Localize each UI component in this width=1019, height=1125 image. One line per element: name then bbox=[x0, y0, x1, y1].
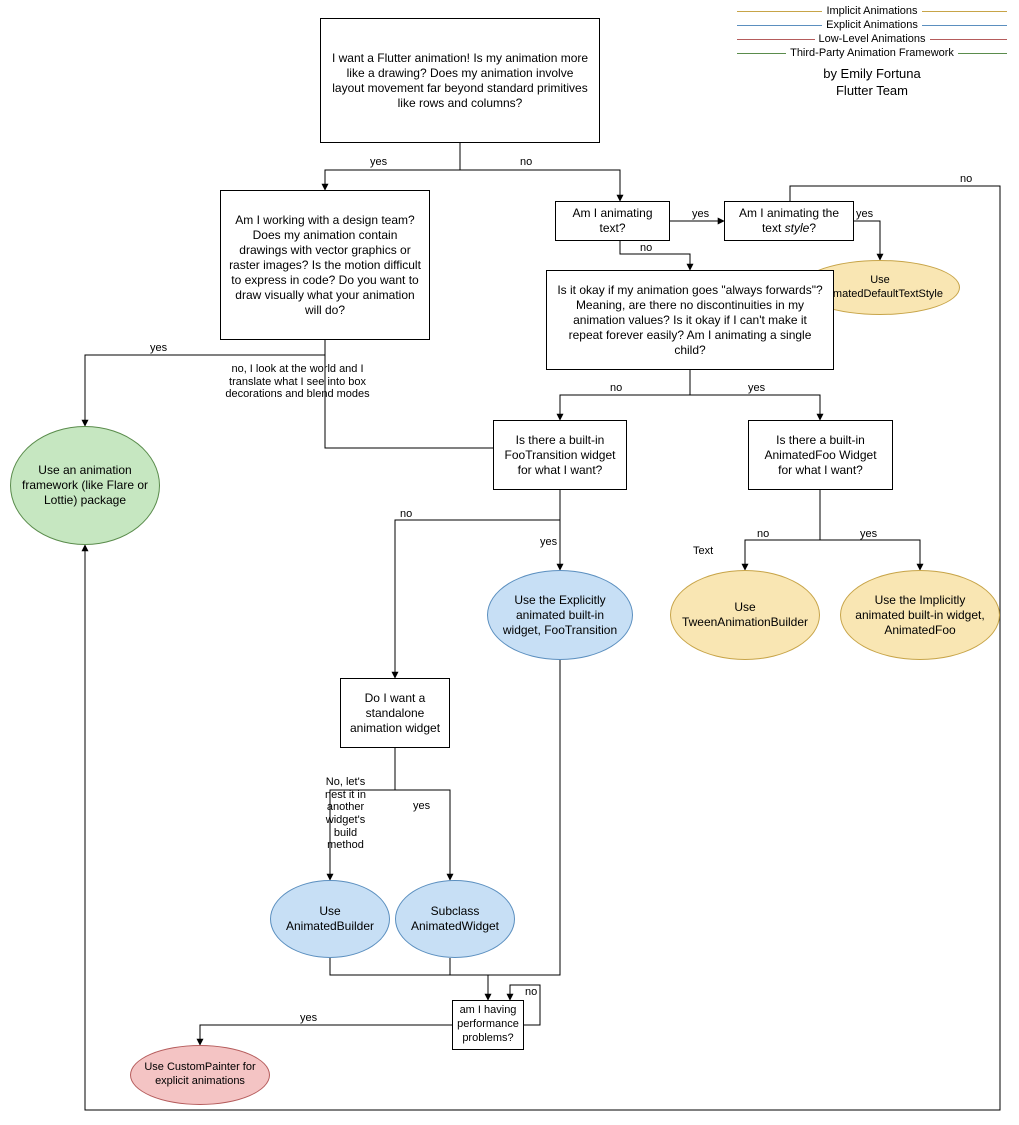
node-animatedfoo-question: Is there a built-in AnimatedFoo Widget f… bbox=[748, 420, 893, 490]
node-performance-question: am I having performance problems? bbox=[452, 1000, 524, 1050]
node-root-question: I want a Flutter animation! Is my animat… bbox=[320, 18, 600, 143]
node-custom-painter: Use CustomPainter for explicit animation… bbox=[130, 1045, 270, 1105]
legend-implicit: Implicit Animations bbox=[737, 4, 1007, 18]
node-tween-animation-builder: Use TweenAnimationBuilder bbox=[670, 570, 820, 660]
edge-label-no: no bbox=[757, 528, 769, 540]
edge-label-no: no bbox=[400, 508, 412, 520]
edge-label-no: no bbox=[610, 382, 622, 394]
legend-lowlevel: Low-Level Animations bbox=[737, 32, 1007, 46]
edge-label-yes: yes bbox=[540, 536, 557, 548]
legend-explicit: Explicit Animations bbox=[737, 18, 1007, 32]
node-subclass-animated-widget: Subclass AnimatedWidget bbox=[395, 880, 515, 958]
node-animated-builder: Use AnimatedBuilder bbox=[270, 880, 390, 958]
legend: Implicit Animations Explicit Animations … bbox=[737, 4, 1007, 60]
node-design-team-question: Am I working with a design team? Does my… bbox=[220, 190, 430, 340]
node-always-forwards-question: Is it okay if my animation goes "always … bbox=[546, 270, 834, 370]
edge-label-yes: yes bbox=[856, 208, 873, 220]
node-implicit-animatedfoo: Use the Implicitly animated built-in wid… bbox=[840, 570, 1000, 660]
edge-label-no: no bbox=[525, 986, 537, 998]
edge-label-text: Text bbox=[693, 545, 713, 557]
legend-thirdparty: Third-Party Animation Framework bbox=[737, 46, 1007, 60]
edge-label-yes: yes bbox=[150, 342, 167, 354]
edges-layer bbox=[0, 0, 1019, 1125]
byline: by Emily Fortuna Flutter Team bbox=[737, 66, 1007, 100]
node-explicit-footransition: Use the Explicitly animated built-in wid… bbox=[487, 570, 633, 660]
node-use-framework: Use an animation framework (like Flare o… bbox=[10, 426, 160, 545]
edge-label-yes: yes bbox=[300, 1012, 317, 1024]
edge-label-yes: yes bbox=[370, 156, 387, 168]
node-animating-style-question: Am I animating the text style? bbox=[724, 201, 854, 241]
edge-label-no-box-decorations: no, I look at the world and I translate … bbox=[220, 363, 375, 401]
node-footransition-question: Is there a built-in FooTransition widget… bbox=[493, 420, 627, 490]
edge-label-no: no bbox=[640, 242, 652, 254]
node-animating-text-question: Am I animating text? bbox=[555, 201, 670, 241]
edge-label-yes: yes bbox=[860, 528, 877, 540]
edge-label-yes: yes bbox=[748, 382, 765, 394]
edge-label-no-nest: No, let's nest it in another widget's bu… bbox=[318, 776, 373, 852]
edge-label-no: no bbox=[520, 156, 532, 168]
edge-label-no: no bbox=[960, 173, 972, 185]
diagram-canvas: Implicit Animations Explicit Animations … bbox=[0, 0, 1019, 1125]
edge-label-yes: yes bbox=[413, 800, 430, 812]
edge-label-yes: yes bbox=[692, 208, 709, 220]
node-standalone-question: Do I want a standalone animation widget bbox=[340, 678, 450, 748]
